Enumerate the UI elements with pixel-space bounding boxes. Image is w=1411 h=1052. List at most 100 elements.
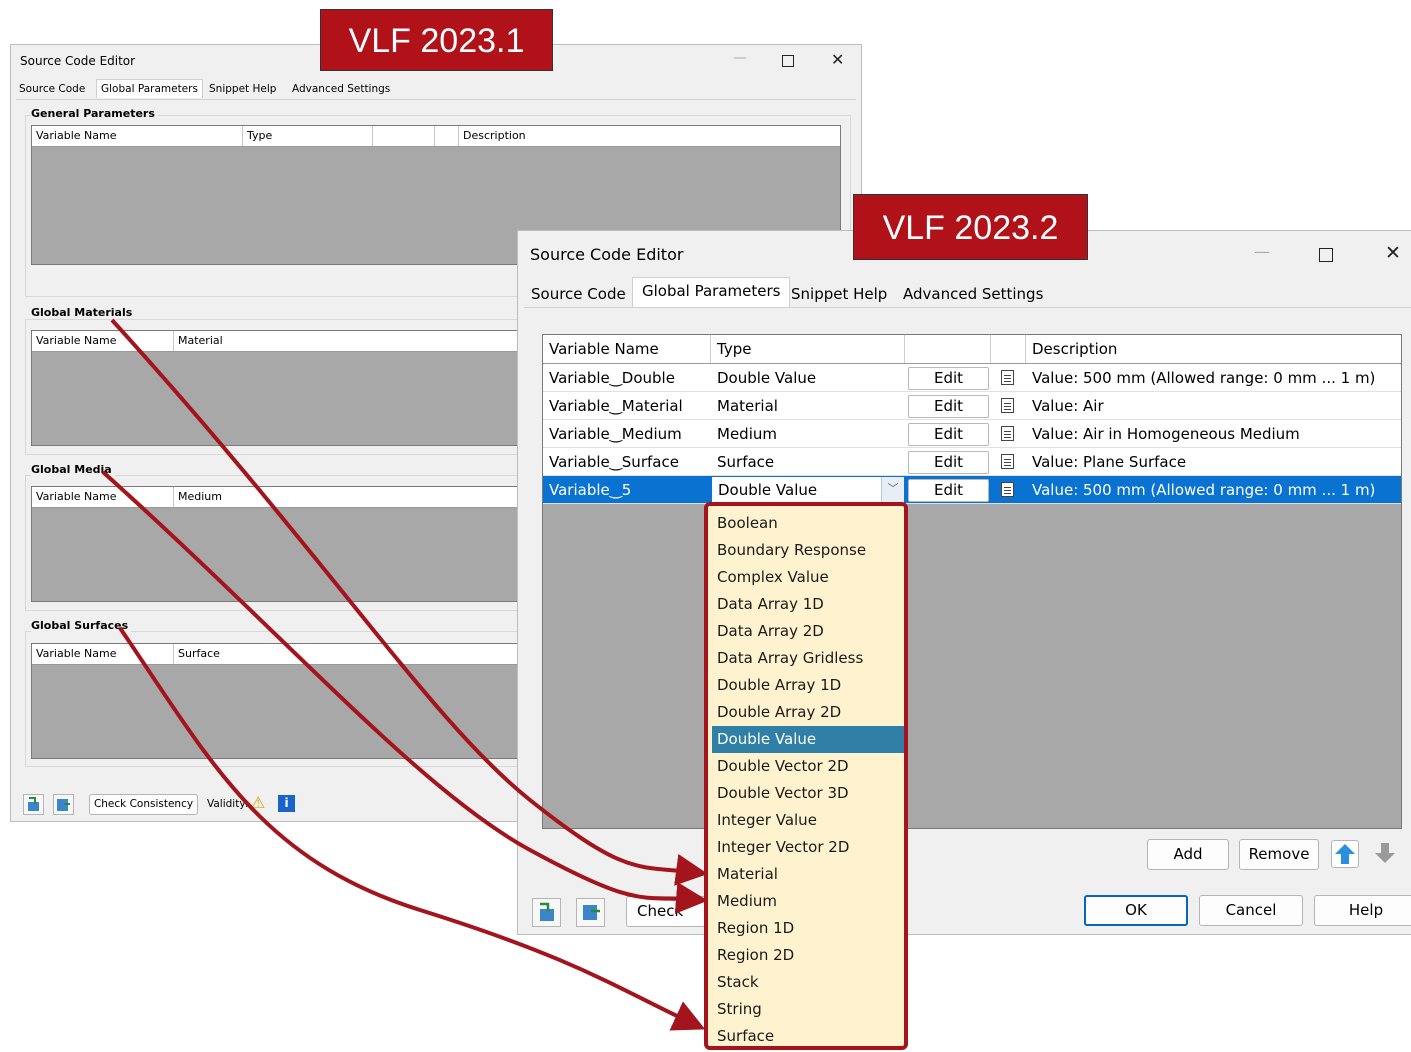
old-tab-source-code[interactable]: Source Code: [19, 83, 85, 95]
type-dropdown-list[interactable]: Boolean Boundary Response Complex Value Dat…: [704, 502, 908, 1050]
document-icon[interactable]: [1001, 370, 1014, 385]
dropdown-option[interactable]: Surface: [712, 1023, 904, 1050]
description-cell: Value: 500 mm (Allowed range: 0 mm ... 1…: [1032, 369, 1376, 387]
column-header: [905, 335, 991, 363]
old-export-icon[interactable]: [53, 794, 74, 815]
dropdown-option[interactable]: Double Array 1D: [712, 672, 904, 699]
type-cell: Medium: [717, 425, 777, 443]
new-window-title: Source Code Editor: [530, 245, 684, 264]
old-group-title-media: Global Media: [31, 463, 115, 476]
old-close-icon[interactable]: ✕: [831, 50, 844, 69]
dropdown-option[interactable]: Double Array 2D: [712, 699, 904, 726]
description-cell: Value: 500 mm (Allowed range: 0 mm ... 1…: [1032, 481, 1376, 499]
cancel-button[interactable]: Cancel: [1199, 895, 1303, 926]
variable-name-cell: Variable‿Medium: [549, 425, 682, 443]
new-close-icon[interactable]: ✕: [1385, 242, 1401, 264]
version-badge-new: VLF 2023.2: [853, 194, 1088, 260]
dropdown-option[interactable]: Integer Vector 2D: [712, 834, 904, 861]
column-header: [373, 126, 435, 146]
variable-name-cell: Variable‿Surface: [549, 453, 679, 471]
dropdown-option[interactable]: Complex Value: [712, 564, 904, 591]
dropdown-option[interactable]: Integer Value: [712, 807, 904, 834]
column-header: [991, 335, 1026, 363]
new-tab-global-parameters[interactable]: Global Parameters: [632, 277, 791, 307]
column-header: Variable Name: [32, 487, 174, 507]
new-tab-snippet-help[interactable]: Snippet Help: [791, 285, 887, 303]
column-header: Variable Name: [32, 126, 243, 146]
new-import-icon[interactable]: [532, 898, 561, 927]
new-tab-bar: Source Code Global Parameters Snippet He…: [524, 277, 1411, 308]
dropdown-option[interactable]: Material: [712, 861, 904, 888]
old-tab-snippet-help[interactable]: Snippet Help: [209, 83, 276, 95]
old-group-title-surfaces: Global Surfaces: [31, 619, 132, 632]
edit-button[interactable]: Edit: [908, 367, 989, 390]
dropdown-option[interactable]: String: [712, 996, 904, 1023]
old-minimize-icon[interactable]: —: [733, 50, 747, 66]
dropdown-option[interactable]: Data Array Gridless: [712, 645, 904, 672]
dropdown-option[interactable]: Region 2D: [712, 942, 904, 969]
description-cell: Value: Air: [1032, 397, 1104, 415]
add-button[interactable]: Add: [1147, 839, 1229, 870]
dropdown-option[interactable]: Double Vector 3D: [712, 780, 904, 807]
type-combobox[interactable]: Double Value ﹀: [711, 476, 905, 504]
new-export-icon[interactable]: [576, 898, 605, 927]
new-maximize-icon[interactable]: [1319, 248, 1333, 262]
old-check-consistency-button[interactable]: Check Consistency: [89, 794, 198, 815]
old-tab-bar: Source Code Global Parameters Snippet He…: [16, 79, 856, 100]
document-icon[interactable]: [1001, 454, 1014, 469]
table-row[interactable]: Variable‿Double Double Value Edit Value:…: [543, 364, 1401, 392]
new-parameters-grid[interactable]: Variable Name Type Description Variable‿…: [542, 334, 1402, 829]
dropdown-option[interactable]: Boundary Response: [712, 537, 904, 564]
table-row[interactable]: Variable‿Medium Medium Edit Value: Air i…: [543, 420, 1401, 448]
move-up-icon[interactable]: [1331, 840, 1359, 868]
table-row-selected[interactable]: Variable‿5 Double Value ﹀ Edit Value: 50…: [543, 476, 1401, 504]
document-icon[interactable]: [1001, 398, 1014, 413]
column-header: Variable Name: [32, 644, 174, 664]
chevron-down-icon[interactable]: ﹀: [881, 477, 904, 503]
remove-button[interactable]: Remove: [1239, 839, 1319, 870]
version-badge-old: VLF 2023.1: [320, 9, 553, 71]
info-icon[interactable]: i: [278, 795, 295, 812]
column-header: Description: [1032, 340, 1118, 358]
document-icon[interactable]: [1001, 482, 1014, 497]
edit-button[interactable]: Edit: [908, 451, 989, 474]
old-tab-global-parameters[interactable]: Global Parameters: [96, 79, 203, 98]
column-header: Description: [463, 129, 526, 142]
old-general-header: Variable Name Type Description: [32, 126, 840, 147]
column-header: [435, 126, 459, 146]
old-window-title: Source Code Editor: [20, 54, 136, 68]
type-cell: Material: [717, 397, 778, 415]
new-source-code-editor-window: Source Code Editor — ✕ Source Code Globa…: [517, 230, 1411, 935]
new-tab-source-code[interactable]: Source Code: [531, 285, 626, 303]
new-tab-advanced-settings[interactable]: Advanced Settings: [903, 285, 1043, 303]
old-tab-advanced-settings[interactable]: Advanced Settings: [292, 83, 390, 95]
dropdown-option[interactable]: Double Value: [712, 726, 904, 753]
column-header: Variable Name: [32, 331, 174, 351]
help-button[interactable]: Help: [1314, 895, 1411, 926]
ok-button[interactable]: OK: [1084, 895, 1188, 926]
dropdown-option[interactable]: Data Array 2D: [712, 618, 904, 645]
old-import-icon[interactable]: [23, 794, 44, 815]
dropdown-option[interactable]: Medium: [712, 888, 904, 915]
column-header: Type: [243, 126, 373, 146]
edit-button[interactable]: Edit: [908, 479, 989, 502]
edit-button[interactable]: Edit: [908, 395, 989, 418]
document-icon[interactable]: [1001, 426, 1014, 441]
old-validity-label: Validity:: [207, 798, 249, 810]
dropdown-option[interactable]: Boolean: [712, 510, 904, 537]
type-cell: Double Value: [717, 369, 817, 387]
old-maximize-icon[interactable]: [782, 55, 794, 67]
description-cell: Value: Plane Surface: [1032, 453, 1187, 471]
new-minimize-icon[interactable]: —: [1254, 242, 1270, 261]
edit-button[interactable]: Edit: [908, 423, 989, 446]
table-row[interactable]: Variable‿Surface Surface Edit Value: Pla…: [543, 448, 1401, 476]
dropdown-option[interactable]: Stack: [712, 969, 904, 996]
move-down-icon[interactable]: [1372, 840, 1400, 868]
dropdown-option[interactable]: Double Vector 2D: [712, 753, 904, 780]
description-cell: Value: Air in Homogeneous Medium: [1032, 425, 1300, 443]
dropdown-option[interactable]: Region 1D: [712, 915, 904, 942]
table-row[interactable]: Variable‿Material Material Edit Value: A…: [543, 392, 1401, 420]
dropdown-option[interactable]: Data Array 1D: [712, 591, 904, 618]
old-group-title-materials: Global Materials: [31, 306, 136, 319]
variable-name-cell: Variable‿5: [549, 481, 632, 499]
